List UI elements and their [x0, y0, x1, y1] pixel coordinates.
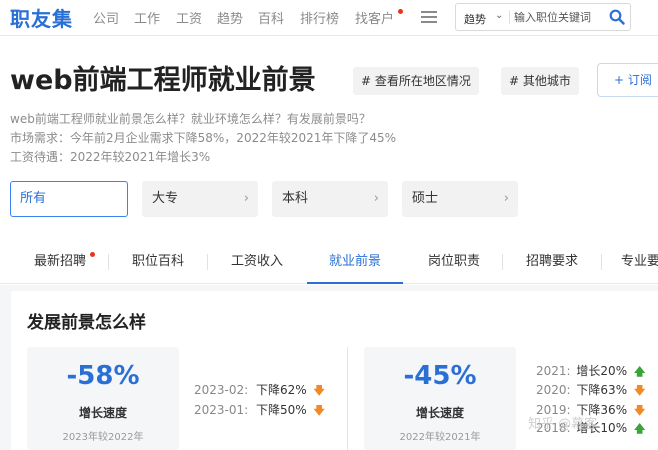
stat-note: 2023年较2022年: [62, 432, 144, 443]
notification-dot: [90, 252, 95, 257]
stat-note: 2022年较2021年: [399, 432, 481, 443]
description-line: web前端工程师就业前景怎么样？就业环境怎么样？有发展前景吗？: [10, 112, 371, 126]
chevron-down-icon[interactable]: ⌄: [495, 10, 503, 21]
trend-text: 下降63%: [576, 383, 628, 397]
nav-link-trends[interactable]: 趋势: [217, 8, 243, 27]
edu-filter-label: 大专: [152, 191, 179, 206]
search-icon[interactable]: [609, 9, 625, 25]
trend-text: 下降62%: [256, 383, 307, 397]
tab-label: 就业前景: [328, 254, 381, 269]
stat-box: -58% 增长速度 2023年较2022年: [27, 347, 179, 450]
tab-employment-prospects[interactable]: 就业前景: [307, 240, 403, 284]
top-navigation: 职友集 公司 工作 工资 趋势 百科 排行榜 找客户 趋势 ⌄: [0, 0, 658, 36]
trend-text: 下降50%: [256, 403, 307, 417]
tab-job-duties[interactable]: 岗位职责: [414, 240, 494, 284]
tab-bar: 最新招聘 职位百科 工资收入 就业前景 岗位职责 招聘要求 专业要: [0, 240, 658, 284]
stat-box: -45% 增长速度 2022年较2021年: [364, 347, 516, 450]
tab-label: 职位百科: [131, 254, 184, 269]
tab-label: 岗位职责: [427, 254, 480, 269]
edu-filter-label: 本科: [282, 191, 309, 206]
chevron-right-icon: ›: [243, 191, 249, 206]
trend-year: 2023-02:: [194, 383, 249, 397]
tab-divider: [601, 254, 602, 270]
trend-year: 2023-01:: [194, 403, 249, 417]
trend-item: 2021: 增长20% 🡅: [536, 362, 645, 382]
arrow-down-icon: 🡇: [313, 384, 325, 397]
tab-label: 招聘要求: [525, 254, 578, 269]
edu-filter-label: 所有: [20, 191, 47, 206]
tab-divider: [502, 254, 503, 270]
tab-divider: [108, 254, 109, 270]
nav-link-company[interactable]: 公司: [93, 8, 119, 27]
stat-value: -45%: [403, 361, 477, 391]
site-logo[interactable]: 职友集: [10, 3, 73, 32]
nav-link-rankings[interactable]: 排行榜: [300, 8, 339, 27]
page-title: web前端工程师就业前景: [10, 65, 316, 96]
edu-filter-bachelor[interactable]: 本科 ›: [272, 181, 388, 217]
salary-text: 工资待遇：2022年较2021年增长3%: [10, 150, 211, 164]
nav-link-jobs[interactable]: 工作: [134, 8, 160, 27]
nav-link-salary[interactable]: 工资: [176, 8, 202, 27]
market-demand-text: 市场需求：今年前2月企业需求下降58%，2022年较2021年下降了45%: [10, 131, 397, 145]
tab-major-requirements[interactable]: 专业要: [611, 240, 658, 284]
trend-year: 2020:: [536, 383, 571, 397]
other-cities-button[interactable]: # 其他城市: [501, 67, 579, 95]
edu-filter-associate[interactable]: 大专 ›: [142, 181, 258, 217]
nav-link-wiki[interactable]: 百科: [258, 8, 284, 27]
nav-link-find-customers[interactable]: 找客户: [355, 8, 394, 27]
trend-year: 2021:: [536, 364, 571, 378]
section-title: 发展前景怎么样: [27, 313, 146, 333]
view-location-button[interactable]: # 查看所在地区情况: [353, 67, 479, 95]
arrow-up-icon: 🡅: [633, 365, 646, 378]
chevron-right-icon: ›: [373, 191, 379, 206]
tab-requirements[interactable]: 招聘要求: [512, 240, 592, 284]
chevron-right-icon: ›: [503, 191, 509, 206]
edu-filter-label: 硕士: [412, 191, 439, 206]
search-divider: [509, 10, 510, 24]
tab-label: 工资收入: [230, 254, 283, 269]
tab-salary[interactable]: 工资收入: [217, 240, 297, 284]
arrow-up-icon: 🡅: [633, 422, 646, 435]
search-input[interactable]: [514, 7, 606, 27]
edu-filter-master[interactable]: 硕士 ›: [402, 181, 518, 217]
arrow-down-icon: 🡇: [633, 384, 646, 397]
stat-label: 增长速度: [415, 406, 464, 420]
trend-item: 2023-02: 下降62% 🡇: [194, 381, 325, 401]
search-box: 趋势 ⌄: [455, 3, 631, 31]
arrow-down-icon: 🡇: [313, 404, 325, 417]
edu-filter-all[interactable]: 所有: [10, 181, 128, 217]
tab-label: 最新招聘: [33, 254, 86, 269]
subscribe-button[interactable]: + 订阅: [597, 63, 658, 97]
trend-text: 增长20%: [576, 364, 628, 378]
watermark: 知乎 @幕客: [528, 417, 598, 432]
notification-dot: [398, 9, 403, 14]
search-category-select[interactable]: 趋势: [464, 11, 486, 27]
stat-value: -58%: [66, 361, 140, 391]
trend-item: 2023-01: 下降50% 🡇: [194, 401, 325, 421]
tab-divider: [207, 254, 208, 270]
stat-label: 增长速度: [78, 406, 127, 420]
stats-divider: [347, 347, 348, 450]
tab-label: 专业要: [621, 254, 658, 269]
trend-item: 2020: 下降63% 🡇: [536, 381, 645, 401]
tab-latest-jobs[interactable]: 最新招聘: [20, 240, 100, 284]
menu-icon[interactable]: [421, 11, 437, 24]
tab-job-wiki[interactable]: 职位百科: [118, 240, 198, 284]
